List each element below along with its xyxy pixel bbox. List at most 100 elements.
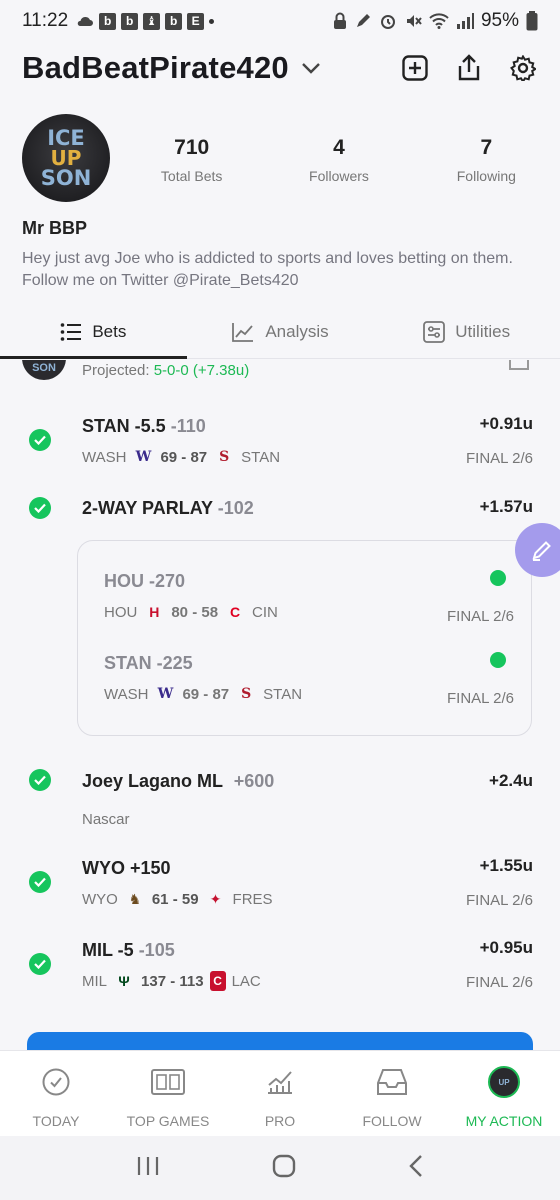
- bet-odds: -102: [217, 498, 254, 518]
- nav-label: TODAY: [32, 1113, 80, 1129]
- line-chart-icon: [263, 1065, 297, 1099]
- game-status: FINAL 2/6: [466, 450, 533, 467]
- win-check-icon: [29, 769, 51, 791]
- bet-result: +0.95u: [479, 938, 533, 957]
- back-chevron-icon: [409, 1154, 422, 1177]
- header-actions: [400, 53, 538, 83]
- stanford-logo-icon: S: [219, 449, 230, 465]
- bettor-avatar: SON: [22, 360, 66, 380]
- home-team: FRES: [232, 890, 273, 908]
- away-team: WYO: [82, 890, 118, 908]
- game-line: MIL Ψ 137 - 113 C LAC: [82, 971, 261, 991]
- home-team: CIN: [252, 603, 278, 621]
- app-b-icon: b: [121, 12, 139, 30]
- bet-title: WYO +150: [82, 858, 171, 879]
- e-app-icon: E: [187, 12, 205, 30]
- add-bet-button[interactable]: [400, 53, 430, 83]
- projected-label: Projected:: [82, 362, 150, 379]
- bet-row[interactable]: WYO +150 +1.55u WYO ♞ 61 - 59 ✦ FRES FIN…: [0, 854, 560, 918]
- bet-title: MIL -5 -105: [82, 940, 175, 961]
- promo-banner[interactable]: [27, 1032, 533, 1050]
- projected-value: 5-0-0 (+7.38u): [153, 362, 250, 379]
- win-check-icon: [29, 429, 51, 451]
- game-line: HOU H 80 - 58 C CIN: [104, 602, 278, 622]
- nav-follow[interactable]: FOLLOW: [336, 1051, 448, 1136]
- washington-logo-icon: W: [135, 449, 152, 465]
- profile-avatar-icon: UP: [487, 1065, 521, 1099]
- stat-label: Following: [456, 168, 516, 184]
- game-score: 69 - 87: [160, 448, 208, 466]
- stat-value: 710: [174, 136, 210, 159]
- list-icon: [61, 322, 82, 341]
- away-team: WASH: [104, 685, 149, 703]
- check-circle-icon: [39, 1065, 73, 1099]
- game-score: 80 - 58: [171, 603, 219, 621]
- bet-result: +2.4u: [489, 771, 533, 790]
- more-notifications-dot: [209, 18, 215, 24]
- bucks-logo-icon: Ψ: [118, 973, 130, 989]
- leg-pick: STAN -225: [104, 653, 193, 673]
- account-switcher-chevron-icon[interactable]: [301, 62, 321, 74]
- bet-row[interactable]: STAN -5.5 -110 +0.91u WASH W 69 - 87 S S…: [0, 412, 560, 476]
- avatar-text-line-2: UP: [50, 146, 82, 170]
- leg-won-dot-icon: [490, 652, 506, 668]
- bet-row[interactable]: MIL -5 -105 +0.95u MIL Ψ 137 - 113 C LAC…: [0, 936, 560, 1000]
- away-team: HOU: [104, 603, 138, 621]
- back-button[interactable]: [408, 1154, 424, 1183]
- bet-pick: STAN -5.5: [82, 416, 166, 436]
- nav-avatar: UP: [488, 1066, 520, 1098]
- share-button[interactable]: [454, 53, 484, 83]
- tab-bets[interactable]: Bets: [0, 305, 187, 359]
- recent-apps-button[interactable]: [136, 1155, 160, 1182]
- cincinnati-logo-icon: C: [229, 604, 241, 620]
- wyoming-bucking-horse-icon: ♞: [128, 890, 142, 907]
- home-team: STAN: [263, 685, 303, 703]
- nav-pro[interactable]: PRO: [224, 1051, 336, 1136]
- pen-icon: [356, 14, 370, 27]
- stat-total-bets[interactable]: 710 Total Bets: [118, 136, 265, 184]
- inbox-icon: [375, 1065, 409, 1099]
- game-status: FINAL 2/6: [466, 974, 533, 991]
- system-nav-bar: [0, 1136, 560, 1200]
- nav-top-games[interactable]: TOP GAMES: [112, 1051, 224, 1136]
- nav-label: PRO: [264, 1113, 296, 1129]
- game-line: WASH W 69 - 87 S STAN: [82, 447, 280, 467]
- status-right: 95%: [333, 10, 538, 32]
- projected-summary: Projected: 5-0-0 (+7.38u): [82, 362, 249, 379]
- share-slip-icon[interactable]: [509, 360, 529, 370]
- settings-button[interactable]: [508, 53, 538, 83]
- game-score: 137 - 113: [141, 972, 204, 990]
- profile-avatar[interactable]: ICE UP SON: [22, 114, 110, 202]
- wifi-icon: [429, 13, 449, 29]
- houston-logo-icon: H: [149, 604, 160, 620]
- stat-followers[interactable]: 4 Followers: [265, 136, 412, 184]
- recent-apps-icon: [137, 1156, 159, 1175]
- bet-row[interactable]: Joey Lagano ML +600 +2.4u Nascar: [0, 768, 560, 832]
- profile-bio: Hey just avg Joe who is addicted to spor…: [22, 250, 513, 289]
- win-check-icon: [29, 953, 51, 975]
- lock-icon: [333, 12, 346, 29]
- stanford-logo-icon: S: [241, 686, 252, 702]
- stat-following[interactable]: 7 Following: [413, 136, 560, 184]
- home-button[interactable]: [272, 1154, 296, 1183]
- stat-label: Total Bets: [160, 168, 223, 184]
- signal-icon: [456, 13, 474, 29]
- bet-odds: +600: [233, 771, 275, 791]
- bets-feed[interactable]: SON Projected: 5-0-0 (+7.38u) STAN -5.5 …: [0, 360, 560, 1050]
- weather-cloud-icon: [77, 16, 94, 26]
- bottom-nav: TODAY TOP GAMES PRO FOLLOW UP MY ACTION: [0, 1050, 560, 1136]
- nav-label: MY ACTION: [465, 1113, 543, 1129]
- away-team: WASH: [82, 448, 127, 466]
- nav-my-action[interactable]: UP MY ACTION: [448, 1051, 560, 1136]
- tab-utilities[interactable]: Utilities: [373, 305, 560, 358]
- username: BadBeatPirate420: [22, 50, 289, 85]
- game-status: FINAL 2/6: [466, 892, 533, 909]
- tab-analysis[interactable]: Analysis: [187, 305, 374, 358]
- bet-pick: Joey Lagano ML: [82, 771, 223, 791]
- home-team: LAC: [231, 972, 261, 990]
- edit-fab[interactable]: [515, 523, 560, 577]
- bet-title: 2-WAY PARLAY -102: [82, 498, 254, 519]
- leg-pick: HOU -270: [104, 571, 186, 591]
- nav-today[interactable]: TODAY: [0, 1051, 112, 1136]
- bet-row-parlay[interactable]: 2-WAY PARLAY -102 +1.57u: [0, 494, 560, 534]
